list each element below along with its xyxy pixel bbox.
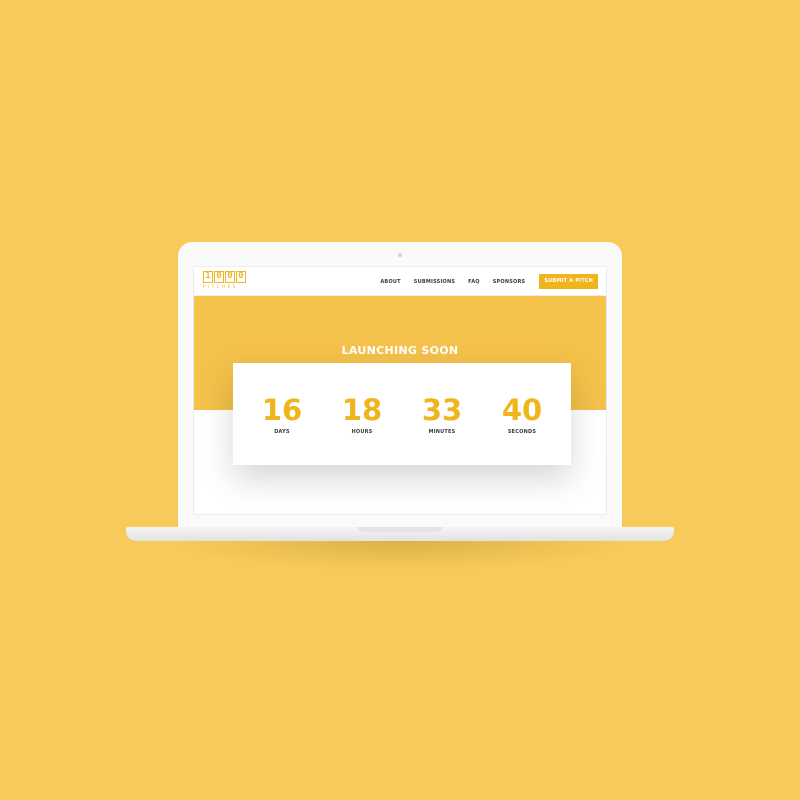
countdown-minutes: 33 MINUTES bbox=[402, 393, 482, 435]
logo-digit: 0 bbox=[214, 271, 224, 283]
main-nav: ABOUT SUBMISSIONS FAQ SPONSORS SUBMIT A … bbox=[367, 267, 598, 296]
logo-digit: 0 bbox=[236, 271, 246, 283]
webcam-icon bbox=[398, 253, 402, 257]
logo-digit: 0 bbox=[225, 271, 235, 283]
laptop-shadow bbox=[170, 541, 630, 571]
site-header: 1 0 0 0 PITCHES ABOUT SUBMISSIONS FAQ SP… bbox=[194, 267, 606, 296]
countdown-days: 16 DAYS bbox=[242, 393, 322, 435]
countdown-label: DAYS bbox=[274, 429, 290, 435]
logo-digit: 1 bbox=[203, 271, 213, 283]
countdown-card: 16 DAYS 18 HOURS 33 MINUTES 40 SECONDS bbox=[233, 363, 571, 465]
hero-title: LAUNCHING SOON bbox=[341, 344, 459, 357]
logo-digits: 1 0 0 0 bbox=[203, 271, 247, 283]
countdown-value: 16 bbox=[261, 393, 303, 427]
nav-item-submissions[interactable]: SUBMISSIONS bbox=[414, 279, 455, 285]
submit-pitch-button[interactable]: SUBMIT A PITCH bbox=[539, 274, 598, 289]
countdown-value: 40 bbox=[501, 393, 543, 427]
logo-subtitle: PITCHES bbox=[203, 284, 238, 289]
nav-item-sponsors[interactable]: SPONSORS bbox=[493, 279, 526, 285]
countdown-label: HOURS bbox=[351, 429, 373, 435]
countdown-seconds: 40 SECONDS bbox=[482, 393, 562, 435]
logo[interactable]: 1 0 0 0 PITCHES bbox=[203, 271, 247, 291]
countdown-hours: 18 HOURS bbox=[322, 393, 402, 435]
mockup-stage: 1 0 0 0 PITCHES ABOUT SUBMISSIONS FAQ SP… bbox=[0, 0, 800, 800]
countdown-label: SECONDS bbox=[507, 429, 537, 435]
laptop-screen: 1 0 0 0 PITCHES ABOUT SUBMISSIONS FAQ SP… bbox=[193, 266, 607, 515]
countdown-value: 33 bbox=[421, 393, 463, 427]
countdown-label: MINUTES bbox=[428, 429, 456, 435]
nav-item-about[interactable]: ABOUT bbox=[380, 279, 400, 285]
nav-item-faq[interactable]: FAQ bbox=[468, 279, 480, 285]
countdown-value: 18 bbox=[341, 393, 383, 427]
laptop-notch bbox=[358, 527, 442, 532]
